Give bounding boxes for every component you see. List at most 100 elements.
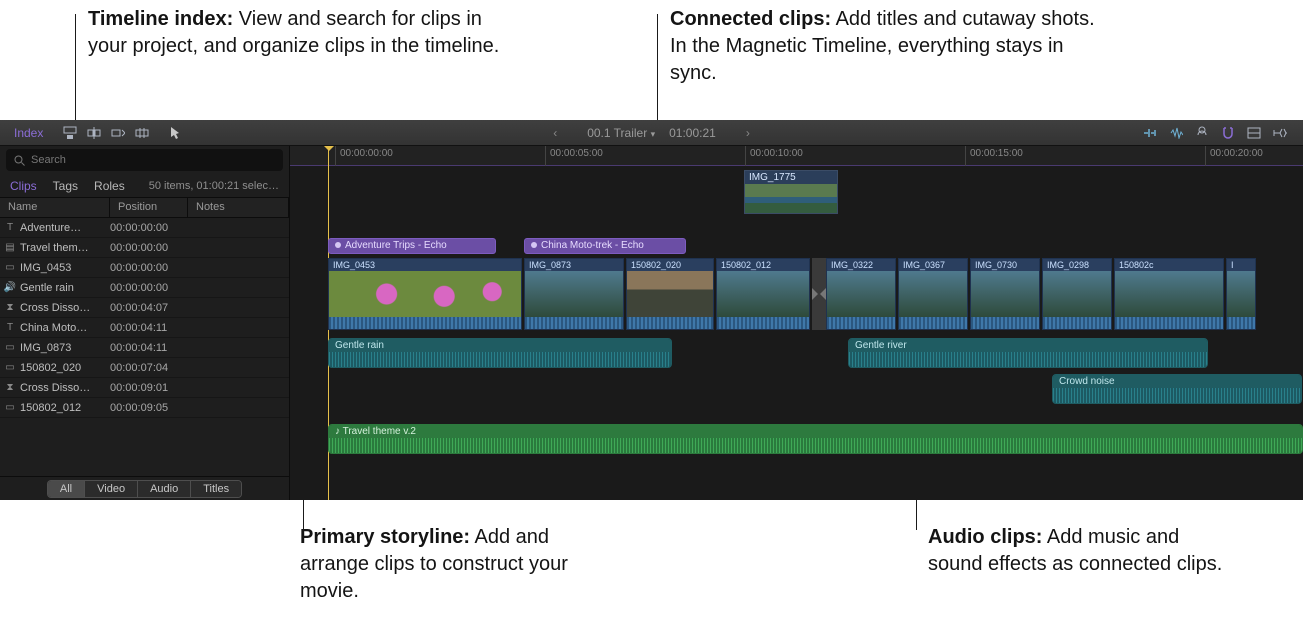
video-clip[interactable]: IMG_0298 bbox=[1042, 258, 1112, 330]
clip-position: 00:00:00:00 bbox=[110, 222, 188, 234]
skimming-icon[interactable] bbox=[1143, 126, 1157, 140]
audio-label: Gentle rain bbox=[329, 339, 671, 352]
title-clip[interactable]: Adventure Trips - Echo bbox=[328, 238, 496, 254]
column-headers: Name Position Notes bbox=[0, 198, 289, 218]
col-notes[interactable]: Notes bbox=[188, 198, 289, 217]
clip-position: 00:00:04:11 bbox=[110, 342, 188, 354]
clip-name: Cross Disso… bbox=[20, 302, 110, 314]
clip-type-icon: ▭ bbox=[0, 362, 20, 373]
callout-audio-clips: Audio clips: Add music and sound effects… bbox=[928, 524, 1228, 578]
primary-storyline[interactable]: IMG_0453IMG_0873150802_020150802_012IMG_… bbox=[328, 258, 1303, 330]
video-clip[interactable]: IMG_0322 bbox=[826, 258, 896, 330]
audio-label: Gentle river bbox=[849, 339, 1207, 352]
audio-label: ♪ Travel theme v.2 bbox=[329, 425, 1302, 438]
next-edit-icon[interactable]: › bbox=[746, 126, 750, 140]
clip-type-icon: ▭ bbox=[0, 342, 20, 353]
clip-position: 00:00:00:00 bbox=[110, 282, 188, 294]
video-clip[interactable]: IMG_0367 bbox=[898, 258, 968, 330]
tab-roles[interactable]: Roles bbox=[94, 179, 125, 193]
clip-position: 00:00:04:07 bbox=[110, 302, 188, 314]
select-tool-icon[interactable] bbox=[169, 126, 183, 140]
clip-type-icon: ⧗ bbox=[0, 302, 20, 313]
audio-skimming-icon[interactable] bbox=[1169, 126, 1183, 140]
list-item[interactable]: ▭IMG_045300:00:00:00 bbox=[0, 258, 289, 278]
search-icon bbox=[14, 155, 25, 166]
video-clip[interactable]: IMG_0873 bbox=[524, 258, 624, 330]
video-clip-label: IMG_0367 bbox=[899, 259, 967, 271]
clip-type-icon: T bbox=[0, 322, 20, 333]
title-clip-label: Adventure Trips - Echo bbox=[345, 240, 447, 251]
callout-primary-storyline: Primary storyline: Add and arrange clips… bbox=[300, 524, 620, 605]
solo-icon[interactable] bbox=[1195, 126, 1209, 140]
video-clip[interactable]: 150802c bbox=[1114, 258, 1224, 330]
ruler-tick: 00:00:15:00 bbox=[970, 148, 1023, 159]
title-clip-label: China Moto-trek - Echo bbox=[541, 240, 644, 251]
overwrite-clip-icon[interactable] bbox=[135, 126, 149, 140]
list-item[interactable]: TAdventure…00:00:00:00 bbox=[0, 218, 289, 238]
clip-name: Cross Disso… bbox=[20, 382, 110, 394]
clip-name: IMG_0873 bbox=[20, 342, 110, 354]
clip-appearance-icon[interactable] bbox=[1247, 126, 1261, 140]
list-item[interactable]: TChina Moto…00:00:04:11 bbox=[0, 318, 289, 338]
video-clip[interactable]: 150802_012 bbox=[716, 258, 810, 330]
clip-name: China Moto… bbox=[20, 322, 110, 334]
clip-position: 00:00:00:00 bbox=[110, 242, 188, 254]
search-field[interactable]: Search bbox=[6, 149, 283, 171]
tab-tags[interactable]: Tags bbox=[53, 179, 78, 193]
clip-type-icon: ⧗ bbox=[0, 382, 20, 393]
audio-label: Crowd noise bbox=[1053, 375, 1301, 388]
filter-audio[interactable]: Audio bbox=[138, 481, 191, 497]
project-title[interactable]: 00.1 Trailer ▾ bbox=[587, 126, 655, 140]
project-timecode: 01:00:21 bbox=[669, 126, 716, 140]
video-clip-label: I bbox=[1227, 259, 1255, 271]
timeline[interactable]: 00:00:00:0000:00:05:0000:00:10:0000:00:1… bbox=[290, 146, 1303, 500]
filter-all[interactable]: All bbox=[48, 481, 85, 497]
clip-position: 00:00:09:05 bbox=[110, 402, 188, 414]
list-item[interactable]: ▭150802_02000:00:07:04 bbox=[0, 358, 289, 378]
list-item[interactable]: ⧗Cross Disso…00:00:09:01 bbox=[0, 378, 289, 398]
video-clip[interactable]: IMG_0730 bbox=[970, 258, 1040, 330]
clip-name: Travel them… bbox=[20, 242, 110, 254]
audio-clip-river[interactable]: Gentle river bbox=[848, 338, 1208, 368]
insert-clip-icon[interactable] bbox=[87, 126, 101, 140]
tab-clips[interactable]: Clips bbox=[10, 179, 37, 193]
zoom-tool-icon[interactable] bbox=[1273, 126, 1287, 140]
list-item[interactable]: ▭150802_01200:00:09:05 bbox=[0, 398, 289, 418]
list-item[interactable]: ▭IMG_087300:00:04:11 bbox=[0, 338, 289, 358]
connected-clip[interactable]: IMG_1775 bbox=[744, 170, 838, 214]
video-clip[interactable]: IMG_0453 bbox=[328, 258, 522, 330]
transition-icon[interactable] bbox=[812, 258, 826, 330]
audio-clip-rain[interactable]: Gentle rain bbox=[328, 338, 672, 368]
audio-clip-music[interactable]: ♪ Travel theme v.2 bbox=[328, 424, 1303, 454]
list-item[interactable]: 🔊Gentle rain00:00:00:00 bbox=[0, 278, 289, 298]
toolbar: Index ‹ 00.1 Trailer ▾ 01:00:21 › bbox=[0, 120, 1303, 146]
title-clip[interactable]: China Moto-trek - Echo bbox=[524, 238, 686, 254]
audio-clip-crowd[interactable]: Crowd noise bbox=[1052, 374, 1302, 404]
filter-titles[interactable]: Titles bbox=[191, 481, 241, 497]
snapping-icon[interactable] bbox=[1221, 126, 1235, 140]
video-clip-label: IMG_0298 bbox=[1043, 259, 1111, 271]
append-clip-icon[interactable] bbox=[111, 126, 125, 140]
clip-name: IMG_0453 bbox=[20, 262, 110, 274]
list-item[interactable]: ⧗Cross Disso…00:00:04:07 bbox=[0, 298, 289, 318]
prev-edit-icon[interactable]: ‹ bbox=[553, 126, 557, 140]
connected-clip-thumb bbox=[745, 184, 837, 214]
clip-position: 00:00:09:01 bbox=[110, 382, 188, 394]
video-clip[interactable]: I bbox=[1226, 258, 1256, 330]
connect-clip-icon[interactable] bbox=[63, 126, 77, 140]
index-tabs: Clips Tags Roles 50 items, 01:00:21 sele… bbox=[0, 174, 289, 198]
time-ruler[interactable]: 00:00:00:0000:00:05:0000:00:10:0000:00:1… bbox=[290, 146, 1303, 166]
clip-type-icon: 🔊 bbox=[0, 282, 20, 293]
col-position[interactable]: Position bbox=[110, 198, 188, 217]
video-clip-label: IMG_0453 bbox=[329, 259, 521, 271]
list-item[interactable]: ▤Travel them…00:00:00:00 bbox=[0, 238, 289, 258]
clip-name: Gentle rain bbox=[20, 282, 110, 294]
video-clip-label: 150802_020 bbox=[627, 259, 713, 271]
filter-video[interactable]: Video bbox=[85, 481, 138, 497]
col-name[interactable]: Name bbox=[0, 198, 110, 217]
video-clip[interactable]: 150802_020 bbox=[626, 258, 714, 330]
timeline-index-panel: Search Clips Tags Roles 50 items, 01:00:… bbox=[0, 146, 290, 500]
clip-name: 150802_012 bbox=[20, 402, 110, 414]
index-button[interactable]: Index bbox=[0, 126, 57, 140]
clip-position: 00:00:04:11 bbox=[110, 322, 188, 334]
